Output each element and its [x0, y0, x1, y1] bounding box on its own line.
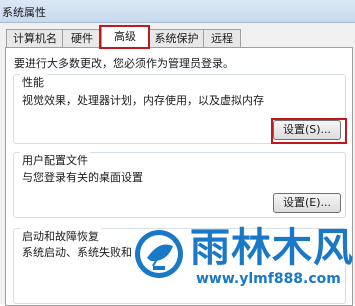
- user-profiles-group: 用户配置文件 与您登录有关的桌面设置 设置(E)...: [13, 152, 346, 218]
- tab-computer-name[interactable]: 计算机名: [6, 29, 64, 48]
- window-title: 系统属性: [2, 6, 46, 19]
- tab-remote[interactable]: 远程: [203, 29, 241, 48]
- tab-system-protection[interactable]: 系统保护: [148, 29, 205, 48]
- leaf-logo-icon: [135, 230, 183, 278]
- tab-hardware[interactable]: 硬件: [62, 29, 102, 48]
- user-profiles-label: 用户配置文件: [20, 152, 90, 168]
- title-bar: 系统属性: [0, 0, 355, 23]
- performance-settings-button[interactable]: 设置(S)...: [273, 120, 341, 140]
- watermark-url: www.ylmf888.com: [196, 271, 341, 287]
- tab-advanced[interactable]: 高级: [101, 26, 149, 48]
- performance-description: 视觉效果，处理器计划，内存使用，以及虚拟内存: [22, 94, 264, 107]
- watermark-title: 雨林木风: [190, 224, 354, 271]
- performance-group: 性能 视觉效果，处理器计划，内存使用，以及虚拟内存 设置(S)...: [13, 74, 346, 144]
- performance-label: 性能: [20, 74, 46, 90]
- startup-recovery-label: 启动和故障恢复: [20, 228, 101, 244]
- admin-notice: 要进行大多数更改，您必须作为管理员登录。: [14, 57, 234, 70]
- tab-strip: 计算机名 硬件 高级 系统保护 远程: [0, 26, 355, 48]
- user-profiles-settings-button[interactable]: 设置(E)...: [273, 193, 341, 213]
- user-profiles-description: 与您登录有关的桌面设置: [22, 171, 143, 184]
- site-watermark: 雨林木风 www.ylmf888.com: [133, 226, 355, 304]
- startup-recovery-description: 系统启动、系统失败和: [22, 246, 132, 259]
- system-properties-dialog: 系统属性 计算机名 硬件 高级 系统保护 远程 要进行大多数更改，您必须作为管理…: [0, 0, 355, 306]
